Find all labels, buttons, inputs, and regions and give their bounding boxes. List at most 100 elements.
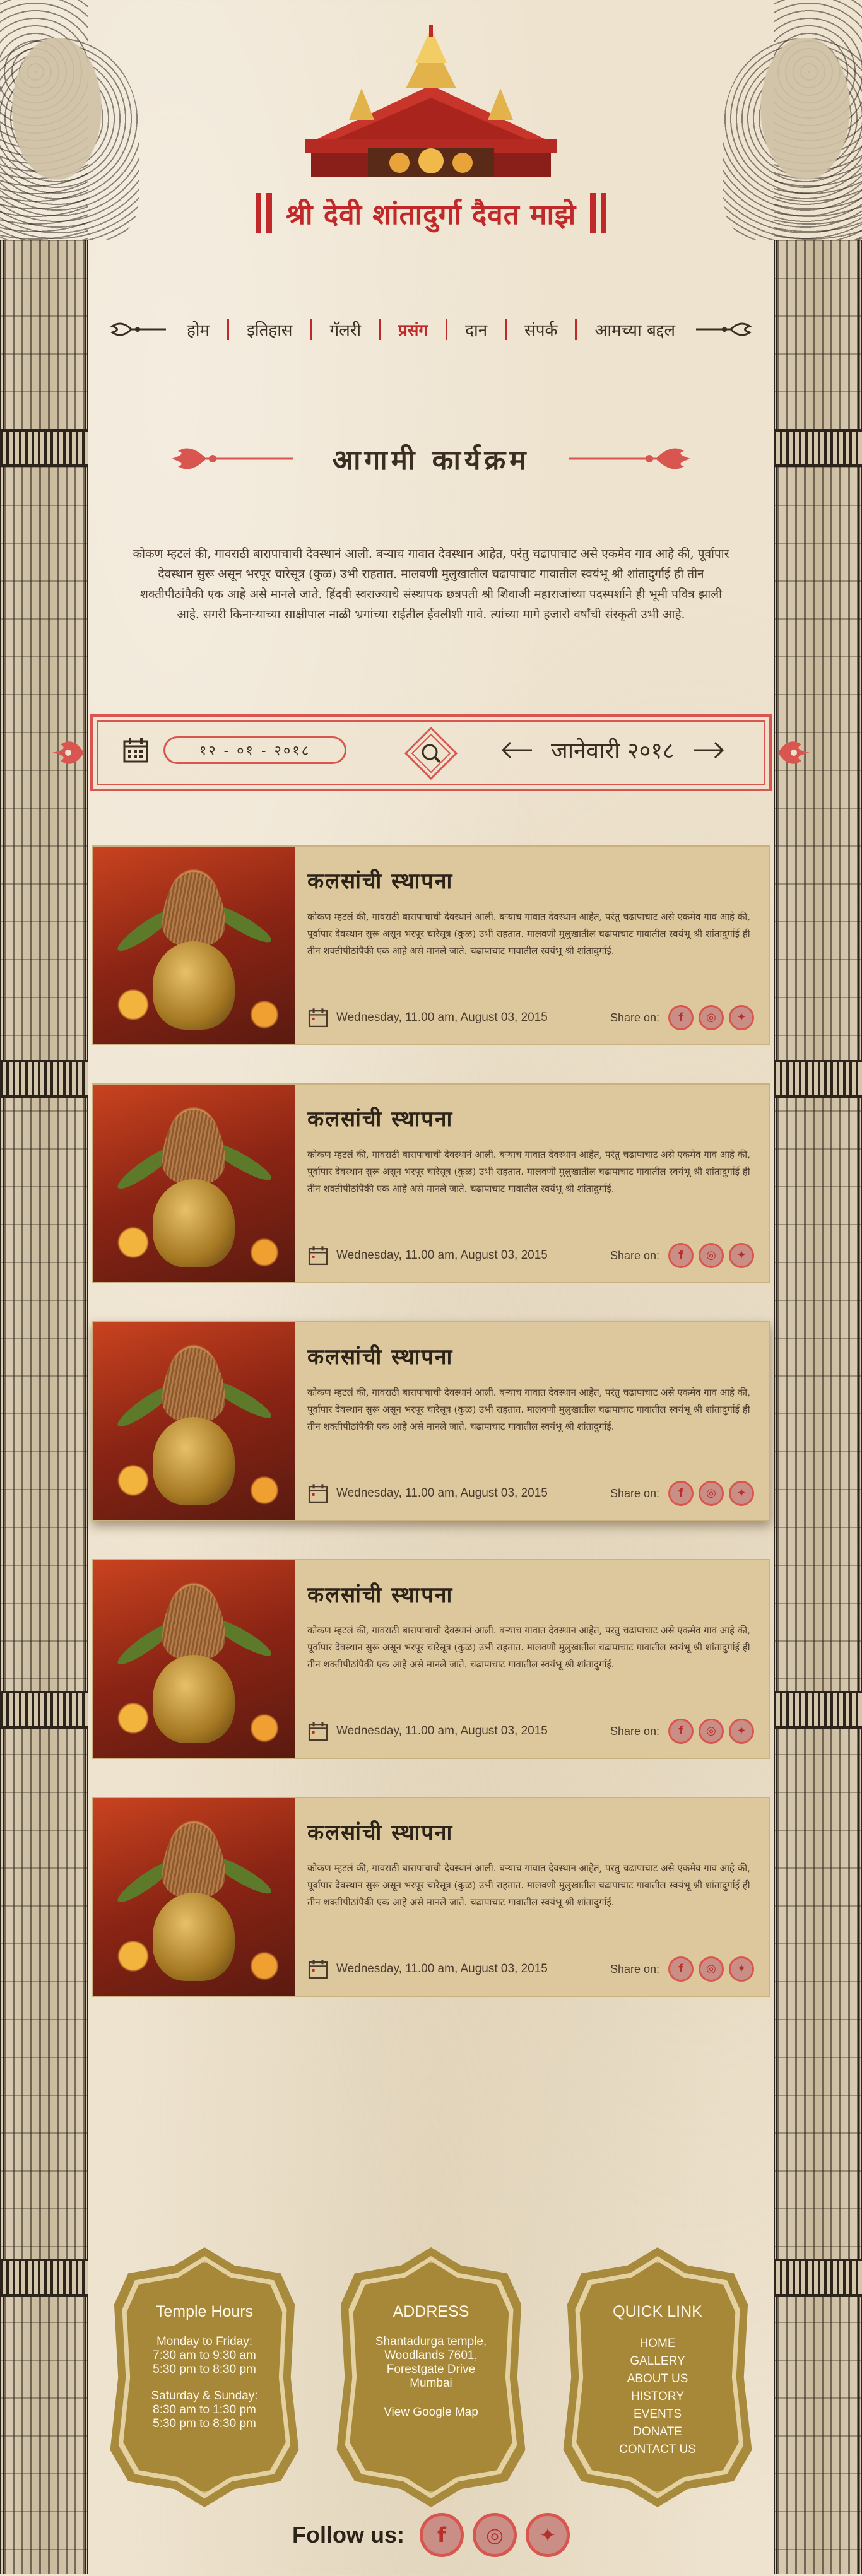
share-links: Share on: f ◎ ✦ (610, 1243, 754, 1268)
calendar-icon (308, 1246, 328, 1266)
footer-temple-hours: Temple Hours Monday to Friday: 7:30 am t… (110, 2247, 299, 2507)
instagram-icon[interactable]: ◎ (699, 1719, 724, 1744)
event-title[interactable]: कलसांची स्थापना (307, 866, 754, 895)
footer-hours-heading: Temple Hours (155, 2303, 254, 2320)
event-title[interactable]: कलसांची स्थापना (307, 1341, 754, 1370)
address-line-4: Mumbai (410, 2377, 452, 2390)
quick-link-events[interactable]: EVENTS (582, 2406, 733, 2423)
nav-item-contact[interactable]: संपर्क (507, 318, 575, 341)
instagram-icon[interactable]: ◎ (699, 1956, 724, 1982)
event-description: कोकण म्हटलं की, गावराठी बारापाचाची देवस्… (307, 1862, 750, 1908)
event-date: Wednesday, 11.00 am, August 03, 2015 (307, 1483, 548, 1504)
share-links: Share on: f ◎ ✦ (610, 1481, 754, 1506)
twitter-icon[interactable]: ✦ (729, 1005, 754, 1030)
event-description: कोकण म्हटलं की, गावराठी बारापाचाची देवस्… (307, 1149, 750, 1194)
share-links: Share on: f ◎ ✦ (610, 1005, 754, 1030)
footer-quick-links: QUICK LINK HOME GALLERY ABOUT US HISTORY… (563, 2247, 752, 2507)
quick-link-contact[interactable]: CONTACT US (582, 2441, 733, 2459)
event-list: कलसांची स्थापना कोकण म्हटलं की, गावराठी … (92, 845, 770, 2035)
facebook-icon[interactable]: f (419, 2513, 464, 2557)
calendar-icon (308, 1722, 328, 1741)
quick-link-gallery[interactable]: GALLERY (582, 2353, 733, 2370)
arrow-left-icon[interactable] (500, 741, 533, 760)
facebook-icon[interactable]: f (668, 1719, 694, 1744)
nav-ornament-left-icon (110, 322, 166, 336)
weekday-hours-2: 5:30 pm to 8:30 pm (153, 2363, 256, 2376)
twitter-icon[interactable]: ✦ (729, 1243, 754, 1268)
address-line-1: Shantadurga temple, (375, 2335, 487, 2348)
event-title[interactable]: कलसांची स्थापना (307, 1103, 754, 1132)
quick-link-home[interactable]: HOME (582, 2335, 733, 2353)
calendar-icon (308, 1008, 328, 1028)
title-bars-right (590, 193, 607, 233)
calendar-icon[interactable] (122, 736, 150, 764)
share-label: Share on: (610, 1486, 659, 1500)
event-meta: Wednesday, 11.00 am, August 03, 2015 Sha… (307, 1956, 754, 1982)
weekend-hours-1: 8:30 am to 1:30 pm (153, 2403, 256, 2416)
title-bars-left (255, 193, 272, 233)
nav-items: होम इतिहास गॅलरी प्रसंग दान संपर्क आमच्य… (169, 318, 693, 341)
event-date: Wednesday, 11.00 am, August 03, 2015 (307, 1720, 548, 1742)
heading-ornament-left-icon (171, 448, 293, 469)
follow-label: Follow us: (292, 2522, 404, 2548)
instagram-icon[interactable]: ◎ (699, 1481, 724, 1506)
twitter-icon[interactable]: ✦ (525, 2513, 570, 2557)
event-title[interactable]: कलसांची स्थापना (307, 1579, 754, 1608)
weekend-hours-2: 5:30 pm to 8:30 pm (153, 2417, 256, 2430)
facebook-icon[interactable]: f (668, 1243, 694, 1268)
event-card[interactable]: कलसांची स्थापना कोकण म्हटलं की, गावराठी … (92, 1559, 770, 1759)
search-icon[interactable] (404, 727, 458, 780)
nav-item-events[interactable]: प्रसंग (381, 318, 446, 341)
facebook-icon[interactable]: f (668, 1956, 694, 1982)
event-title[interactable]: कलसांची स्थापना (307, 1817, 754, 1846)
instagram-icon[interactable]: ◎ (699, 1243, 724, 1268)
site-title: श्री देवी शांतादुर्गा दैवत माझे (285, 199, 577, 231)
footer-address: ADDRESS Shantadurga temple, Woodlands 76… (336, 2247, 526, 2507)
event-card[interactable]: कलसांची स्थापना कोकण म्हटलं की, गावराठी … (92, 1083, 770, 1283)
section-heading: आगामी कार्यक्रम (0, 430, 862, 487)
event-body: कलसांची स्थापना कोकण म्हटलं की, गावराठी … (295, 1560, 769, 1758)
facebook-icon[interactable]: f (668, 1481, 694, 1506)
arrow-right-icon[interactable] (692, 741, 725, 760)
nav-item-home[interactable]: होम (169, 318, 227, 341)
nav-item-gallery[interactable]: गॅलरी (312, 318, 379, 341)
event-body: कलसांची स्थापना कोकण म्हटलं की, गावराठी … (295, 1322, 769, 1520)
current-month: जानेवारी २०१८ (551, 738, 675, 764)
filter-ornament-right-icon (765, 741, 810, 764)
temple-logo[interactable] (292, 25, 570, 183)
date-input[interactable]: १२ - ०१ - २०१८ (163, 736, 346, 764)
footer-quick-heading: QUICK LINK (613, 2303, 702, 2320)
nav-item-donate[interactable]: दान (447, 318, 505, 341)
event-date: Wednesday, 11.00 am, August 03, 2015 (307, 1958, 548, 1980)
event-card[interactable]: कलसांची स्थापना कोकण म्हटलं की, गावराठी … (92, 1321, 770, 1521)
event-image (93, 847, 295, 1044)
nav-item-about[interactable]: आमच्या बद्दल (577, 318, 693, 341)
event-card[interactable]: कलसांची स्थापना कोकण म्हटलं की, गावराठी … (92, 845, 770, 1045)
nav-item-history[interactable]: इतिहास (229, 318, 310, 341)
month-navigator: जानेवारी २०१८ (500, 734, 725, 765)
weekday-label: Monday to Friday: (156, 2335, 253, 2348)
instagram-icon[interactable]: ◎ (472, 2513, 517, 2557)
event-card[interactable]: कलसांची स्थापना कोकण म्हटलं की, गावराठी … (92, 1797, 770, 1997)
twitter-icon[interactable]: ✦ (729, 1719, 754, 1744)
weekend-label: Saturday & Sunday: (151, 2389, 258, 2403)
section-title: आगामी कार्यक्रम (332, 444, 530, 476)
quick-link-donate[interactable]: DONATE (582, 2423, 733, 2441)
quick-link-about[interactable]: ABOUT US (582, 2370, 733, 2388)
instagram-icon[interactable]: ◎ (699, 1005, 724, 1030)
event-datetime: Wednesday, 11.00 am, August 03, 2015 (336, 1962, 548, 1975)
event-description: कोकण म्हटलं की, गावराठी बारापाचाची देवस्… (307, 1387, 750, 1432)
google-map-link[interactable]: View Google Map (356, 2403, 506, 2421)
event-meta: Wednesday, 11.00 am, August 03, 2015 Sha… (307, 1005, 754, 1030)
facebook-icon[interactable]: f (668, 1005, 694, 1030)
event-meta: Wednesday, 11.00 am, August 03, 2015 Sha… (307, 1481, 754, 1506)
twitter-icon[interactable]: ✦ (729, 1481, 754, 1506)
quick-link-history[interactable]: HISTORY (582, 2388, 733, 2406)
event-body: कलसांची स्थापना कोकण म्हटलं की, गावराठी … (295, 1798, 769, 1996)
event-meta: Wednesday, 11.00 am, August 03, 2015 Sha… (307, 1243, 754, 1268)
event-image (93, 1322, 295, 1520)
event-image (93, 1560, 295, 1758)
event-date: Wednesday, 11.00 am, August 03, 2015 (307, 1007, 548, 1028)
date-picker: १२ - ०१ - २०१८ (122, 736, 346, 764)
twitter-icon[interactable]: ✦ (729, 1956, 754, 1982)
